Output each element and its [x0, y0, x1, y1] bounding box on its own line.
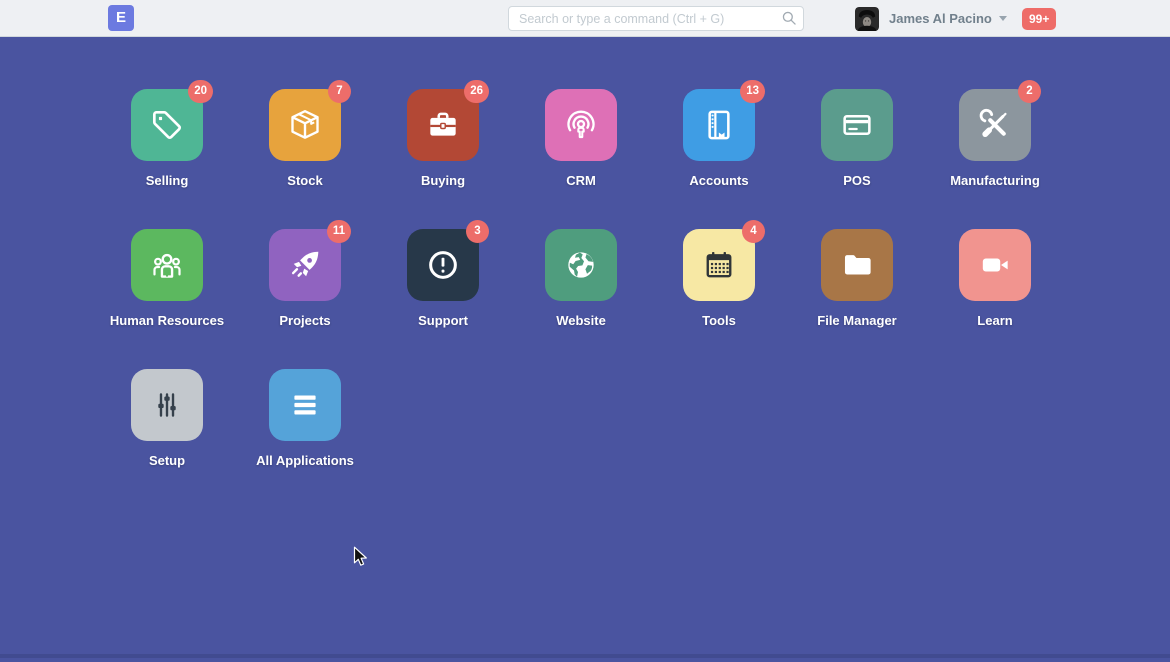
- module-cell-learn: Learn: [926, 229, 1064, 369]
- calendar-icon: [700, 246, 738, 284]
- tools-icon: [976, 106, 1014, 144]
- briefcase-icon: [424, 106, 462, 144]
- module-badge-count: 4: [742, 220, 765, 243]
- module-label[interactable]: Projects: [279, 313, 330, 328]
- folder-icon: [838, 246, 876, 284]
- module-label[interactable]: Manufacturing: [950, 173, 1040, 188]
- desk-screen: { "navbar": { "logo_text": "E", "logo_co…: [0, 0, 1170, 662]
- menu-icon: [286, 386, 324, 424]
- module-label[interactable]: File Manager: [817, 313, 896, 328]
- issue-opened-icon: [424, 246, 462, 284]
- module-label[interactable]: Learn: [977, 313, 1012, 328]
- package-icon: [286, 106, 324, 144]
- module-label[interactable]: Accounts: [689, 173, 748, 188]
- module-label[interactable]: Tools: [702, 313, 736, 328]
- module-cell-website: Website: [512, 229, 650, 369]
- user-photo[interactable]: [855, 7, 879, 31]
- module-tile-accounts[interactable]: 13: [683, 89, 755, 161]
- module-badge-count: 11: [327, 220, 351, 243]
- module-tile-tools[interactable]: 4: [683, 229, 755, 301]
- module-cell-human-resources: Human Resources: [98, 229, 236, 369]
- module-tile-all-applications[interactable]: [269, 369, 341, 441]
- module-tile-selling[interactable]: 20: [131, 89, 203, 161]
- module-label[interactable]: CRM: [566, 173, 596, 188]
- video-camera-icon: [976, 246, 1014, 284]
- module-tile-crm[interactable]: [545, 89, 617, 161]
- module-cell-setup: Setup: [98, 369, 236, 509]
- module-cell-selling: 20 Selling: [98, 89, 236, 229]
- module-badge-count: 26: [464, 80, 489, 103]
- module-tile-projects[interactable]: 11: [269, 229, 341, 301]
- navbar-search: [508, 6, 804, 31]
- module-cell-buying: 26 Buying: [374, 89, 512, 229]
- user-menu[interactable]: James Al Pacino: [855, 0, 1007, 37]
- broadcast-icon: [562, 106, 600, 144]
- caret-down-icon: [999, 16, 1007, 21]
- module-badge-count: 3: [466, 220, 489, 243]
- module-label[interactable]: Website: [556, 313, 606, 328]
- module-tile-human-resources[interactable]: [131, 229, 203, 301]
- module-cell-all-applications: All Applications: [236, 369, 374, 509]
- navbar: E James Al Pacino 99+: [0, 0, 1170, 37]
- module-label[interactable]: All Applications: [256, 453, 354, 468]
- modules-grid: 20 Selling 7 Stock 26 Buying CRM 13 Accounts POS 2…: [98, 89, 1068, 509]
- module-tile-stock[interactable]: 7: [269, 89, 341, 161]
- sliders-icon: [148, 386, 186, 424]
- module-tile-file-manager[interactable]: [821, 229, 893, 301]
- module-label[interactable]: Buying: [421, 173, 465, 188]
- module-cell-stock: 7 Stock: [236, 89, 374, 229]
- rocket-icon: [286, 246, 324, 284]
- module-label[interactable]: Support: [418, 313, 468, 328]
- module-badge-count: 7: [328, 80, 351, 103]
- module-label[interactable]: Setup: [149, 453, 185, 468]
- module-label[interactable]: Selling: [146, 173, 189, 188]
- organization-icon: [148, 246, 186, 284]
- credit-card-icon: [838, 106, 876, 144]
- module-tile-buying[interactable]: 26: [407, 89, 479, 161]
- module-tile-website[interactable]: [545, 229, 617, 301]
- tag-icon: [148, 106, 186, 144]
- globe-icon: [562, 246, 600, 284]
- module-tile-support[interactable]: 3: [407, 229, 479, 301]
- notifications-badge[interactable]: 99+: [1022, 8, 1056, 30]
- module-badge-count: 13: [740, 80, 765, 103]
- module-cell-support: 3 Support: [374, 229, 512, 369]
- desk-bottom-edge: [0, 654, 1170, 658]
- module-cell-pos: POS: [788, 89, 926, 229]
- module-cell-accounts: 13 Accounts: [650, 89, 788, 229]
- user-name[interactable]: James Al Pacino: [889, 11, 992, 26]
- module-label[interactable]: Human Resources: [110, 313, 224, 328]
- module-cell-file-manager: File Manager: [788, 229, 926, 369]
- module-tile-manufacturing[interactable]: 2: [959, 89, 1031, 161]
- app-logo[interactable]: E: [108, 5, 134, 31]
- module-label[interactable]: Stock: [287, 173, 322, 188]
- module-cell-tools: 4 Tools: [650, 229, 788, 369]
- module-tile-pos[interactable]: [821, 89, 893, 161]
- module-badge-count: 20: [188, 80, 213, 103]
- book-icon: [700, 106, 738, 144]
- module-tile-setup[interactable]: [131, 369, 203, 441]
- search-icon[interactable]: [780, 9, 798, 27]
- desk-background: 20 Selling 7 Stock 26 Buying CRM 13 Accounts POS 2…: [0, 37, 1170, 658]
- module-badge-count: 2: [1018, 80, 1041, 103]
- module-cell-manufacturing: 2 Manufacturing: [926, 89, 1064, 229]
- search-input[interactable]: [508, 6, 804, 31]
- module-label[interactable]: POS: [843, 173, 870, 188]
- module-tile-learn[interactable]: [959, 229, 1031, 301]
- module-cell-projects: 11 Projects: [236, 229, 374, 369]
- module-cell-crm: CRM: [512, 89, 650, 229]
